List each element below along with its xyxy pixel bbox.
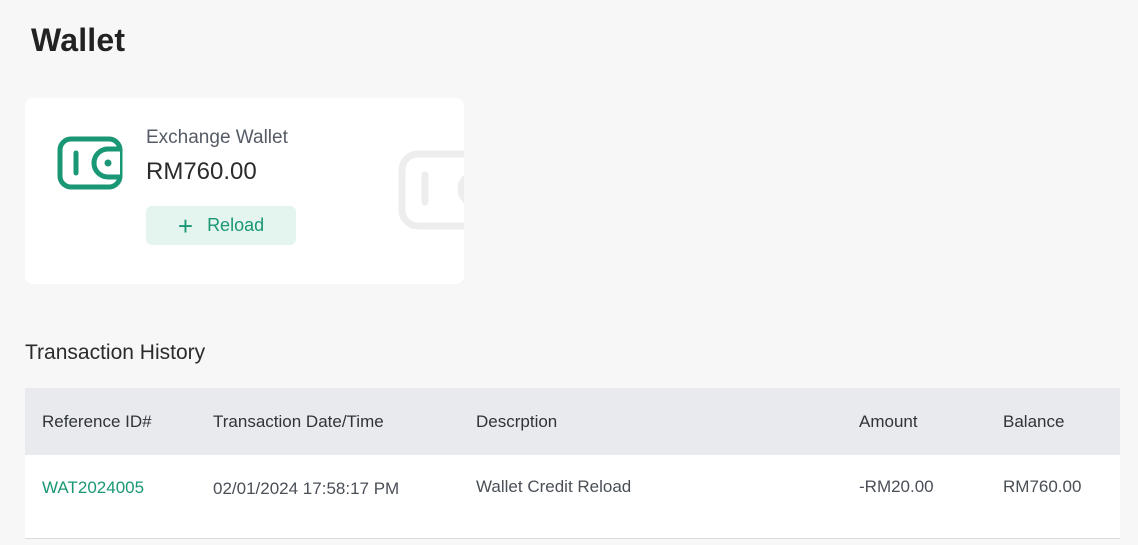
transaction-balance: RM760.00 — [1003, 477, 1082, 496]
transaction-amount: -RM20.00 — [859, 477, 934, 496]
column-header-reference-id: Reference ID# — [42, 412, 152, 431]
column-header-description: Descrption — [476, 412, 558, 431]
transaction-datetime: 02/01/2024 17:58:17 PM — [213, 479, 400, 498]
table-header: Reference ID# Transaction Date/Time Desc… — [25, 388, 1120, 455]
column-header-amount: Amount — [859, 412, 918, 431]
transaction-history-title: Transaction History — [25, 341, 206, 364]
wallet-icon — [57, 136, 123, 190]
reload-button[interactable]: + Reload — [146, 206, 296, 245]
page-title: Wallet — [31, 22, 126, 58]
column-header-balance: Balance — [1003, 412, 1065, 431]
wallet-name: Exchange Wallet — [146, 127, 288, 148]
reload-label: Reload — [207, 215, 265, 235]
table-row: WAT2024005 02/01/2024 17:58:17 PM Wallet… — [25, 455, 1120, 539]
wallet-balance: RM760.00 — [146, 158, 257, 185]
transaction-table: Reference ID# Transaction Date/Time Desc… — [25, 388, 1120, 539]
wallet-watermark-icon — [398, 150, 464, 230]
plus-icon: + — [177, 210, 194, 241]
transaction-description: Wallet Credit Reload — [476, 477, 632, 496]
wallet-card: Exchange Wallet RM760.00 + Reload — [25, 98, 464, 284]
reference-id-link[interactable]: WAT2024005 — [42, 478, 144, 498]
column-header-datetime: Transaction Date/Time — [213, 412, 384, 431]
